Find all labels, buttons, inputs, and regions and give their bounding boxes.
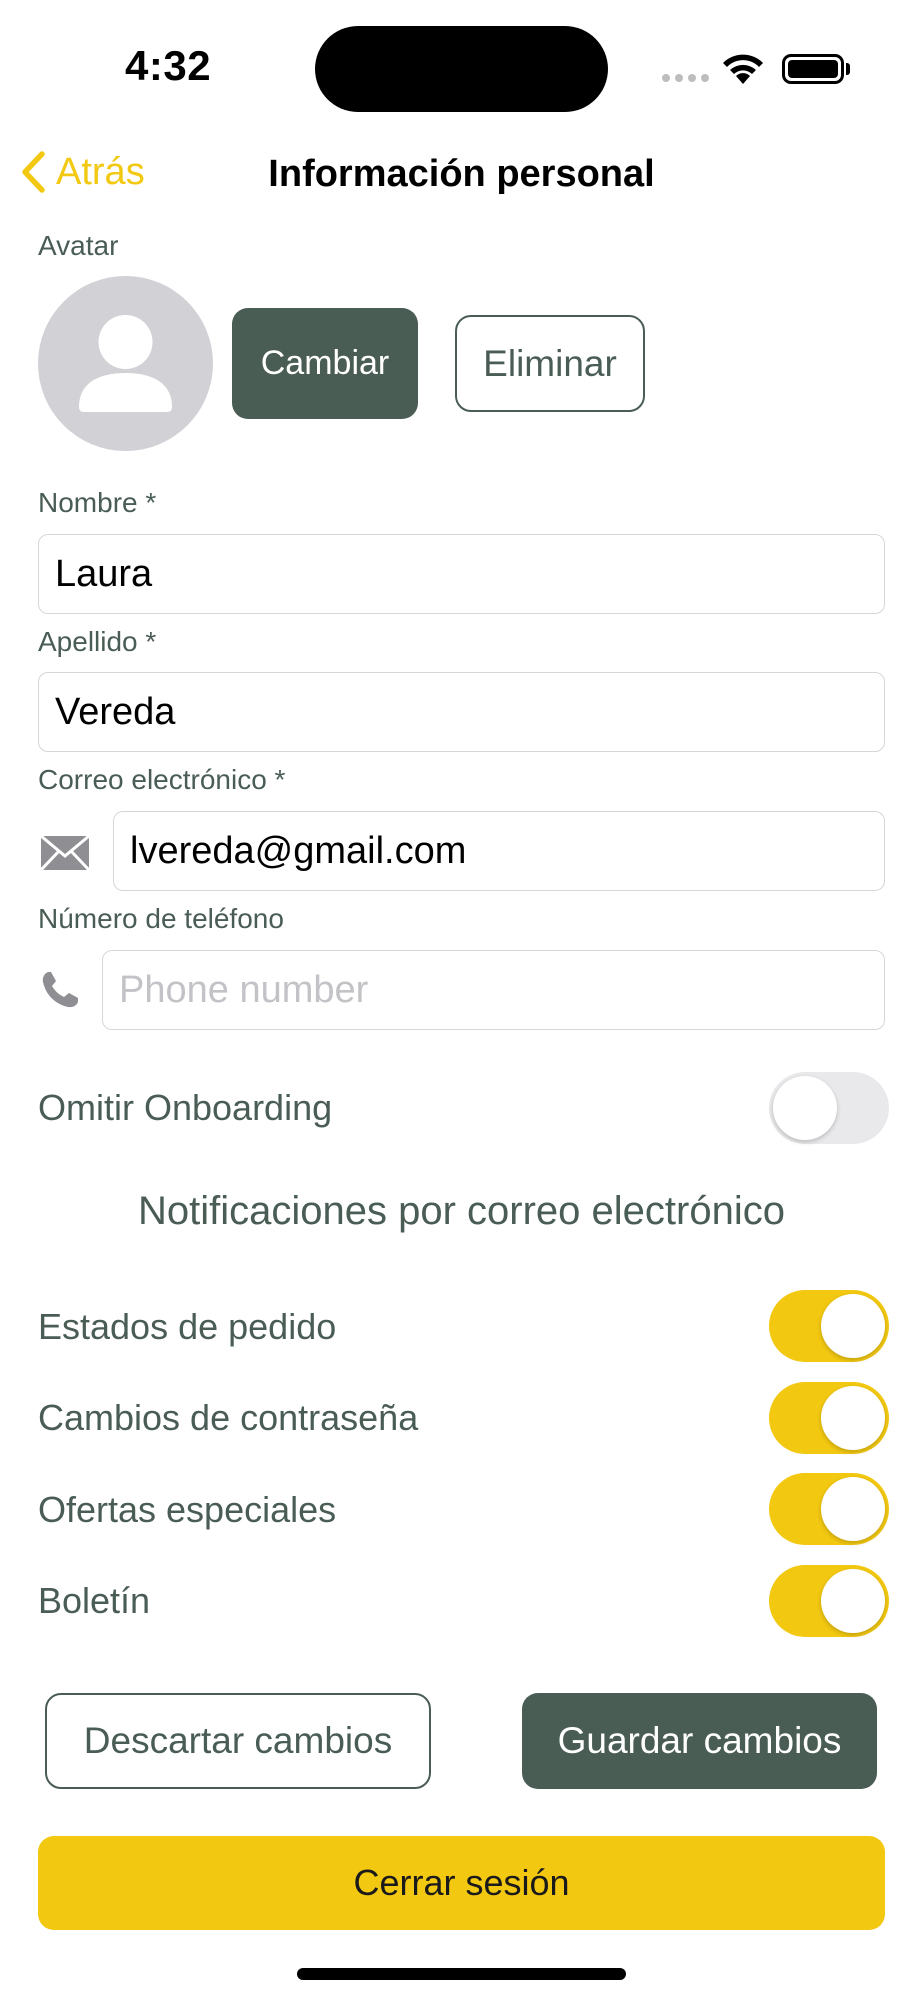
dynamic-island	[315, 26, 608, 112]
remove-avatar-button[interactable]: Eliminar	[455, 315, 645, 412]
email-input[interactable]: lvereda@gmail.com	[113, 811, 885, 891]
password-changes-toggle[interactable]	[769, 1382, 889, 1454]
wifi-icon	[723, 54, 763, 84]
discard-changes-button[interactable]: Descartar cambios	[45, 1693, 431, 1789]
logout-button[interactable]: Cerrar sesión	[38, 1836, 885, 1930]
status-time: 4:32	[125, 42, 212, 89]
notifications-heading: Notificaciones por correo electrónico	[138, 1189, 785, 1233]
special-offers-label: Ofertas especiales	[38, 1489, 337, 1530]
avatar-label: Avatar	[38, 230, 119, 261]
home-indicator	[297, 1968, 626, 1980]
first-name-input[interactable]: Laura	[38, 534, 885, 614]
cellular-signal-icon	[662, 74, 709, 82]
newsletter-label: Boletín	[38, 1580, 151, 1621]
order-status-toggle[interactable]	[769, 1290, 889, 1362]
page-title: Información personal	[268, 153, 655, 195]
phone-placeholder: Phone number	[119, 968, 369, 1011]
skip-onboarding-label: Omitir Onboarding	[38, 1087, 333, 1128]
last-name-label: Apellido *	[38, 626, 157, 657]
special-offers-toggle[interactable]	[769, 1473, 889, 1545]
save-changes-button[interactable]: Guardar cambios	[522, 1693, 877, 1789]
avatar[interactable]	[38, 276, 213, 451]
person-icon	[79, 315, 172, 412]
battery-cap	[846, 63, 850, 75]
last-name-input[interactable]: Vereda	[38, 672, 885, 752]
order-status-label: Estados de pedido	[38, 1306, 337, 1347]
phone-label: Número de teléfono	[38, 903, 284, 934]
phone-input[interactable]: Phone number	[102, 950, 885, 1030]
skip-onboarding-toggle[interactable]	[769, 1072, 889, 1144]
change-avatar-button[interactable]: Cambiar	[232, 308, 418, 419]
password-changes-label: Cambios de contraseña	[38, 1397, 419, 1438]
battery-icon	[782, 54, 844, 84]
phone-icon	[42, 972, 78, 1008]
envelope-icon	[40, 835, 90, 871]
first-name-label: Nombre *	[38, 487, 157, 518]
newsletter-toggle[interactable]	[769, 1565, 889, 1637]
email-label: Correo electrónico *	[38, 764, 286, 795]
